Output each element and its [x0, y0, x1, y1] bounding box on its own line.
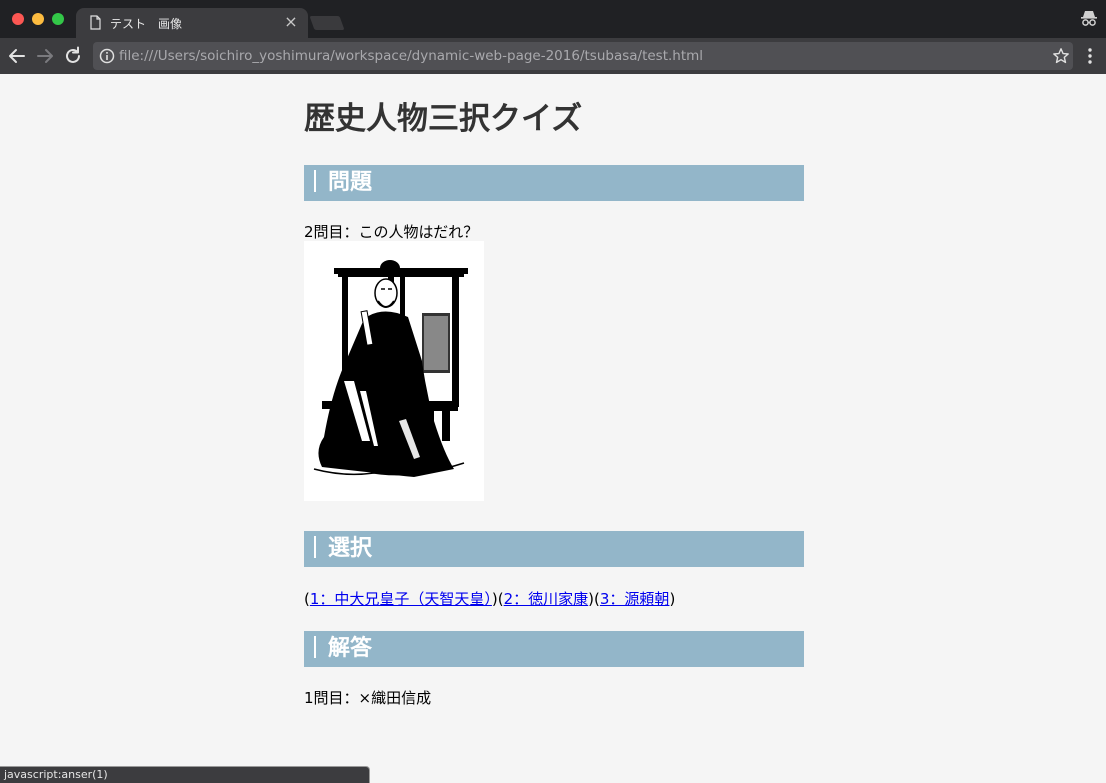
choice-link-3[interactable]: 3：源頼朝: [600, 590, 670, 608]
choice-paren: )(: [588, 590, 600, 608]
zoom-window-button[interactable]: [52, 13, 64, 25]
menu-icon[interactable]: [1082, 46, 1098, 66]
heading-bar: [314, 636, 316, 658]
question-heading: 問題: [304, 165, 804, 201]
status-bar: javascript:anser(1): [0, 766, 370, 783]
choices-list: (1：中大兄皇子（天智天皇）)(2：徳川家康)(3：源頼朝): [304, 587, 804, 611]
choice-paren: )(: [491, 590, 504, 608]
question-text: 2問目：この人物はだれ？: [304, 223, 479, 241]
minimize-window-button[interactable]: [32, 13, 44, 25]
choice-link-1[interactable]: 1：中大兄皇子（天智天皇）: [310, 590, 492, 608]
choice-paren: ): [669, 590, 676, 608]
back-icon[interactable]: [6, 45, 28, 67]
star-icon[interactable]: [1052, 47, 1070, 65]
page-content: 歴史人物三択クイズ 問題 2問目：この人物はだれ？ 選択 (1：中大兄皇子（天智…: [304, 74, 804, 709]
portrait-image: [304, 241, 484, 501]
answer-text: 1問目：×織田信成: [304, 689, 432, 707]
address-bar[interactable]: file:///Users/soichiro_yoshimura/workspa…: [93, 42, 1073, 70]
heading-bar: [314, 536, 316, 558]
choices-heading-text: 選択: [328, 536, 373, 561]
browser-tab[interactable]: テスト 画像 ×: [76, 8, 308, 38]
reload-icon[interactable]: [62, 45, 84, 67]
answer-heading-text: 解答: [328, 636, 373, 661]
page-title: 歴史人物三択クイズ: [304, 101, 583, 137]
incognito-icon: [1081, 11, 1097, 26]
close-icon[interactable]: ×: [282, 13, 300, 31]
page-icon: [90, 15, 101, 30]
choices-heading: 選択: [304, 531, 804, 567]
forward-icon[interactable]: [34, 45, 56, 67]
answer-heading: 解答: [304, 631, 804, 667]
url-text[interactable]: file:///Users/soichiro_yoshimura/workspa…: [119, 48, 703, 64]
new-tab-button[interactable]: [309, 16, 345, 30]
question-heading-text: 問題: [328, 170, 373, 195]
choice-link-2[interactable]: 2：徳川家康: [504, 590, 589, 608]
close-window-button[interactable]: [12, 13, 24, 25]
heading-bar: [314, 170, 316, 192]
info-icon[interactable]: [99, 48, 115, 64]
browser-toolbar: file:///Users/soichiro_yoshimura/workspa…: [0, 38, 1106, 74]
browser-titlebar: テスト 画像 ×: [0, 0, 1106, 38]
tab-title: テスト 画像: [110, 17, 183, 31]
